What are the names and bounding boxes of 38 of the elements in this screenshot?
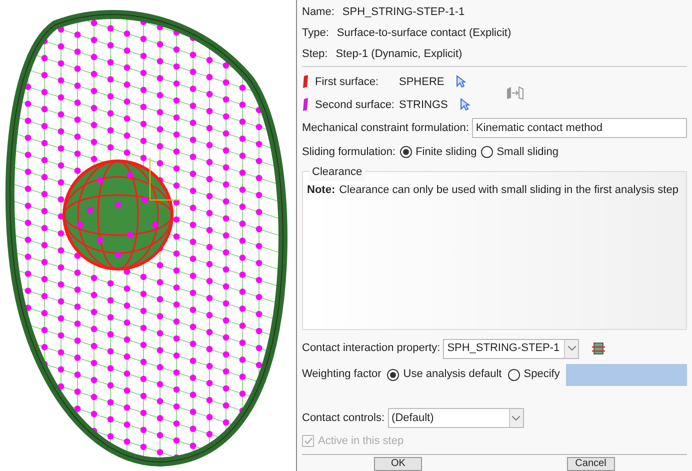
radio-button[interactable] <box>400 146 412 158</box>
note-text: Clearance can only be used with small sliding in the first analysis step <box>339 183 678 198</box>
field-value: Step-1 (Dynamic, Explicit) <box>336 46 462 62</box>
radio-option[interactable]: Use analysis default <box>387 366 502 383</box>
field-label: Step: <box>302 46 328 62</box>
radio-option[interactable]: Specify <box>508 366 560 383</box>
controls-dropdown[interactable]: (Default) <box>388 408 524 428</box>
field-label: Sliding formulation: <box>302 144 396 160</box>
swap-surfaces-icon[interactable] <box>506 86 524 100</box>
dialog-button[interactable]: Cancel <box>566 457 615 471</box>
note-label: Note: <box>307 183 336 198</box>
field-label: Mechanical constraint formulation: <box>302 121 469 136</box>
property-dropdown[interactable]: SPH_STRING-STEP-1 <box>443 338 580 359</box>
cursor-arrow-icon[interactable] <box>460 98 470 112</box>
radio-option[interactable]: Small sliding <box>480 144 558 160</box>
field-value: SPH_STRING-STEP-1-1 <box>342 5 465 20</box>
field-label: Contact interaction property: <box>302 341 440 356</box>
surface-value: STRINGS <box>399 98 448 113</box>
constraint-dropdown[interactable]: Kinematic contact method <box>472 118 687 138</box>
surface-label: First surface: <box>315 74 380 90</box>
field-label: Type: <box>302 26 329 41</box>
dialog-button[interactable]: OK <box>374 457 422 471</box>
caret-icon <box>568 346 576 352</box>
radio-button[interactable] <box>508 368 520 380</box>
field-value: Surface-to-surface contact (Explicit) <box>336 26 512 41</box>
field-label: Name: <box>302 5 334 20</box>
specify-input-field[interactable] <box>566 364 687 386</box>
surface-label: Second surface: <box>315 98 396 113</box>
radio-button[interactable] <box>480 146 493 158</box>
field-label: Weighting factor <box>302 367 382 382</box>
group-title: Clearance <box>309 164 366 181</box>
property-manager-icon[interactable] <box>592 342 606 356</box>
surface-value: SPHERE <box>399 74 444 90</box>
field-label: Contact controls: <box>302 411 385 426</box>
caret-icon <box>512 416 520 421</box>
radio-button[interactable] <box>387 368 400 380</box>
radio-option[interactable]: Finite sliding <box>400 144 477 160</box>
cursor-arrow-icon[interactable] <box>456 75 466 88</box>
